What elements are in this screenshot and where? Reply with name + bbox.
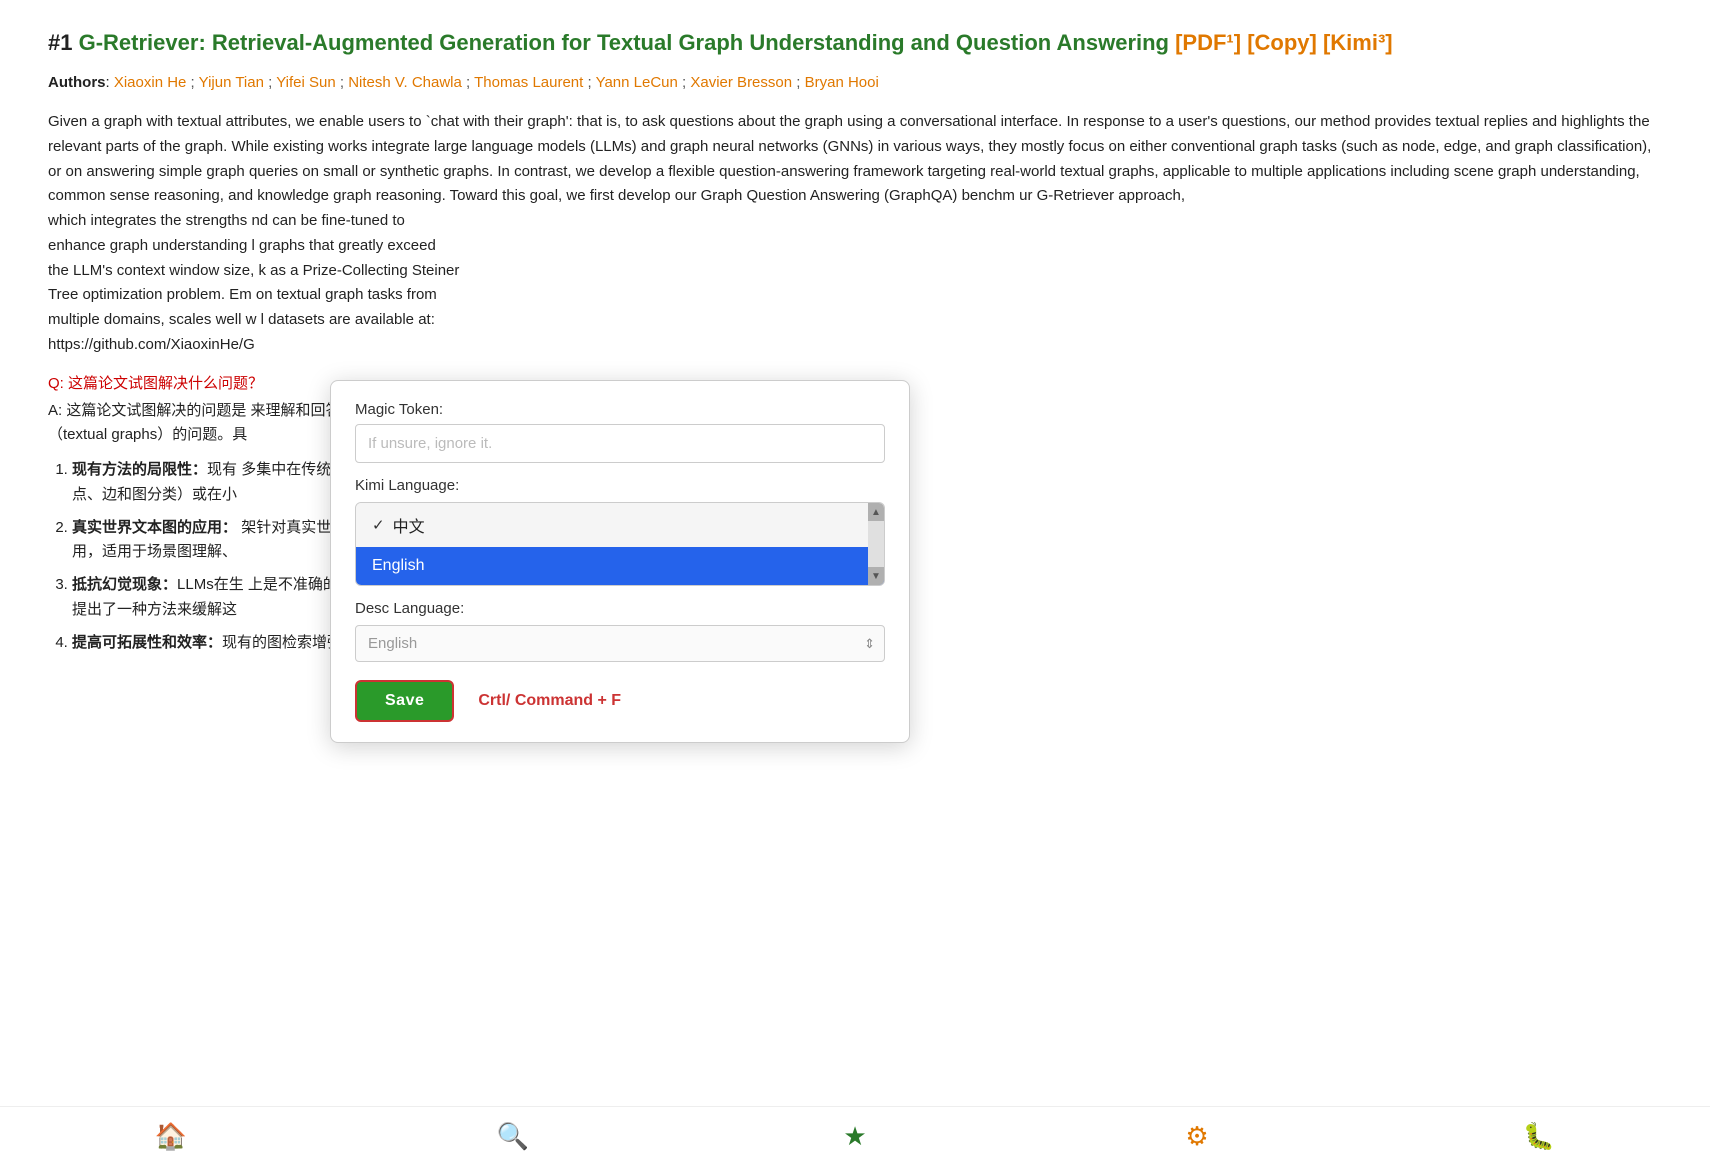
kimi-lang-option-en-label: English (372, 557, 424, 575)
search-icon[interactable]: 🔍 (491, 1115, 535, 1159)
desc-language-select-wrapper: English 中文 ⇕ (355, 625, 885, 662)
kimi-lang-option-en[interactable]: English (356, 547, 884, 585)
desc-language-label: Desc Language: (355, 600, 885, 617)
magic-token-input[interactable] (355, 424, 885, 463)
kimi-language-label: Kimi Language: (355, 477, 885, 494)
save-row: Save Crtl/ Command + F (355, 680, 885, 722)
kimi-lang-option-zh-label: 中文 (393, 513, 425, 537)
gear-icon[interactable]: ⚙ (1175, 1115, 1219, 1159)
kimi-language-dropdown[interactable]: ✓ 中文 English ▲ ▼ (355, 502, 885, 586)
scroll-up-button[interactable]: ▲ (868, 503, 884, 521)
modal-overlay: Magic Token: Kimi Language: ✓ 中文 English… (0, 0, 1710, 1166)
home-icon[interactable]: 🏠 (149, 1115, 193, 1159)
shortcut-hint: Crtl/ Command + F (478, 692, 621, 710)
kimi-lang-option-zh[interactable]: ✓ 中文 (356, 503, 884, 547)
dropdown-scrollbar: ▲ ▼ (868, 503, 884, 585)
checkmark-icon: ✓ (372, 516, 385, 534)
star-icon[interactable]: ★ (833, 1115, 877, 1159)
save-button[interactable]: Save (355, 680, 454, 722)
bug-icon[interactable]: 🐛 (1517, 1115, 1561, 1159)
magic-token-label: Magic Token: (355, 401, 885, 418)
desc-language-select[interactable]: English 中文 (355, 625, 885, 662)
bottom-toolbar: 🏠 🔍 ★ ⚙ 🐛 (0, 1106, 1710, 1166)
scroll-down-button[interactable]: ▼ (868, 567, 884, 585)
modal-dialog: Magic Token: Kimi Language: ✓ 中文 English… (330, 380, 910, 743)
